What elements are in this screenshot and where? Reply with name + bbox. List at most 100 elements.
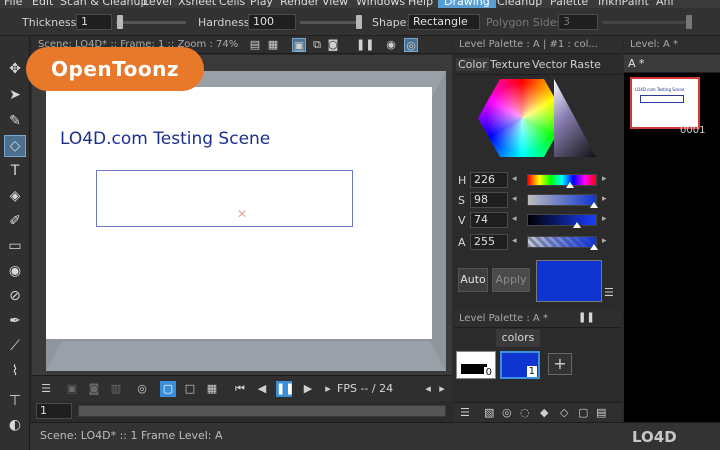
palette-lock-icon[interactable]: ◌ (520, 406, 530, 419)
alpha-slider-handle[interactable] (590, 244, 598, 250)
hue-slider-handle[interactable] (566, 182, 574, 188)
palette-gizmo-icon[interactable]: ◎ (502, 406, 512, 419)
alpha-increment-icon[interactable]: ▸ (602, 236, 607, 246)
style-chip[interactable]: 0 (456, 351, 496, 379)
fill-tool-icon[interactable]: ◈ (4, 185, 26, 207)
saturation-slider[interactable] (527, 194, 597, 206)
last-frame-icon[interactable]: ▸ (320, 381, 336, 397)
brush-tool-icon[interactable]: ✎ (4, 110, 26, 132)
style-editor-menu-icon[interactable]: ☰ (604, 286, 614, 299)
palette-new-page-icon[interactable]: ▢ (578, 406, 588, 419)
room-tab-palette[interactable]: Palette (550, 0, 588, 8)
paint-brush-tool-icon[interactable]: ✐ (4, 210, 26, 232)
style-chip-selected[interactable]: 1 (500, 351, 540, 379)
scene-rectangle[interactable]: ✕ (96, 170, 353, 227)
prev-frame-icon[interactable]: ◀ (254, 381, 270, 397)
menu-render[interactable]: Render (280, 0, 319, 8)
thickness-slider[interactable] (116, 21, 186, 24)
style-picker-tool-icon[interactable]: ⊘ (4, 285, 26, 307)
apply-button[interactable]: Apply (492, 268, 530, 292)
alpha-slider[interactable] (527, 236, 597, 248)
camera-stand-view-icon[interactable]: ▣ (292, 38, 306, 52)
frame-thumbnail[interactable]: LO4D.com Testing Scene (630, 77, 700, 129)
value-slider-handle[interactable] (573, 222, 581, 228)
hue-decrement-icon[interactable]: ◂ (512, 174, 517, 184)
hue-wheel[interactable] (478, 79, 566, 157)
saturation-decrement-icon[interactable]: ◂ (512, 194, 517, 204)
saturation-slider-handle[interactable] (590, 202, 598, 208)
value-field[interactable]: 74 (470, 212, 508, 228)
magnet-tool-icon[interactable]: ◐ (4, 414, 26, 436)
polygon-sides-slider[interactable] (602, 21, 692, 24)
black-bg-icon[interactable]: □ (182, 381, 198, 397)
pump-tool-icon[interactable]: ⊤ (4, 390, 26, 412)
level-selector[interactable]: A * (624, 55, 720, 73)
freeze-icon[interactable]: ❚❚ (356, 38, 374, 52)
eraser-tool-icon[interactable]: ▭ (4, 235, 26, 257)
saturation-value-triangle[interactable] (554, 79, 596, 157)
menu-cells[interactable]: Cells (219, 0, 245, 8)
3d-view-icon[interactable]: ⧉ (310, 38, 324, 52)
palette-menu-icon[interactable]: ☰ (460, 406, 470, 419)
room-tab-drawing[interactable]: Drawing (438, 0, 496, 8)
palette-link-icon[interactable]: ◆ (540, 406, 548, 419)
compare-icon[interactable]: ▥ (108, 381, 124, 397)
hue-field[interactable]: 226 (470, 172, 508, 188)
hardness-field[interactable]: 100 (248, 14, 296, 30)
animate-tool-icon[interactable]: ✥ (4, 58, 26, 80)
scene-paper[interactable]: · LO4D.com Testing Scene ✕ (46, 87, 432, 339)
onion-skin-icon[interactable]: ◎ (134, 381, 150, 397)
frame-field[interactable]: 1 (36, 403, 72, 419)
first-frame-icon[interactable]: ⏮ (232, 381, 248, 397)
play-icon[interactable]: ▶ (300, 381, 316, 397)
sub-camera-preview-icon[interactable]: ◎ (404, 38, 418, 52)
alpha-decrement-icon[interactable]: ◂ (512, 236, 517, 246)
polygon-sides-slider-handle[interactable] (686, 15, 692, 29)
tape-tool-icon[interactable]: ◉ (4, 260, 26, 282)
value-slider[interactable] (527, 214, 597, 226)
palette-save-icon[interactable]: ▧ (484, 406, 494, 419)
viewer-canvas[interactable]: · LO4D.com Testing Scene ✕ (32, 55, 452, 375)
saturation-field[interactable]: 98 (470, 192, 508, 208)
thickness-field[interactable]: 1 (76, 14, 112, 30)
save-image-icon[interactable]: ▣ (64, 381, 80, 397)
freeze-palette-icon[interactable]: ❚❚ (578, 312, 595, 323)
room-tab-ani[interactable]: Ani (656, 0, 674, 8)
frame-slider[interactable] (78, 405, 446, 417)
tab-texture[interactable]: Texture (490, 58, 530, 71)
camera-view-icon[interactable]: ◙ (326, 38, 340, 52)
white-bg-icon[interactable]: ▢ (160, 381, 176, 397)
selection-tool-icon[interactable]: ➤ (4, 84, 26, 106)
room-tab-inknpaint[interactable]: InknPaint (598, 0, 649, 8)
polygon-sides-field[interactable]: 3 (558, 14, 598, 30)
fps-up-icon[interactable]: ▸ (434, 381, 450, 397)
type-tool-icon[interactable]: T (4, 160, 26, 182)
preview-icon[interactable]: ◉ (384, 38, 398, 52)
rgb-picker-tool-icon[interactable]: ✒ (4, 310, 26, 332)
field-guide-icon[interactable]: ▦ (266, 38, 280, 52)
add-style-button[interactable]: + (548, 353, 572, 375)
palette-display-icon[interactable]: ▤ (596, 406, 606, 419)
menu-icon[interactable]: ☰ (38, 381, 54, 397)
menu-xsheet[interactable]: Xsheet (178, 0, 216, 8)
hue-slider[interactable] (527, 174, 597, 186)
tab-vector[interactable]: Vector (532, 58, 567, 71)
snapshot-icon[interactable]: ◙ (86, 381, 102, 397)
checker-bg-icon[interactable]: ▦ (204, 381, 220, 397)
geometric-tool-icon[interactable]: ◇ (4, 135, 26, 157)
scene-text[interactable]: LO4D.com Testing Scene (60, 129, 270, 149)
menu-level[interactable]: Level (143, 0, 172, 8)
control-point-editor-tool-icon[interactable]: ⟋ (4, 335, 26, 357)
shape-select[interactable]: Rectangle (408, 14, 480, 30)
menu-view[interactable]: View (322, 0, 348, 8)
thickness-slider-handle[interactable] (117, 15, 123, 29)
menu-play[interactable]: Play (250, 0, 273, 8)
palette-page-tab[interactable]: colors (496, 329, 540, 347)
menu-edit[interactable]: Edit (32, 0, 53, 8)
hardness-slider-handle[interactable] (356, 15, 362, 29)
room-tab-cleanup[interactable]: Cleanup (497, 0, 542, 8)
value-increment-icon[interactable]: ▸ (602, 214, 607, 224)
value-decrement-icon[interactable]: ◂ (512, 214, 517, 224)
menu-file[interactable]: File (4, 0, 22, 8)
auto-button[interactable]: Auto (458, 268, 488, 292)
